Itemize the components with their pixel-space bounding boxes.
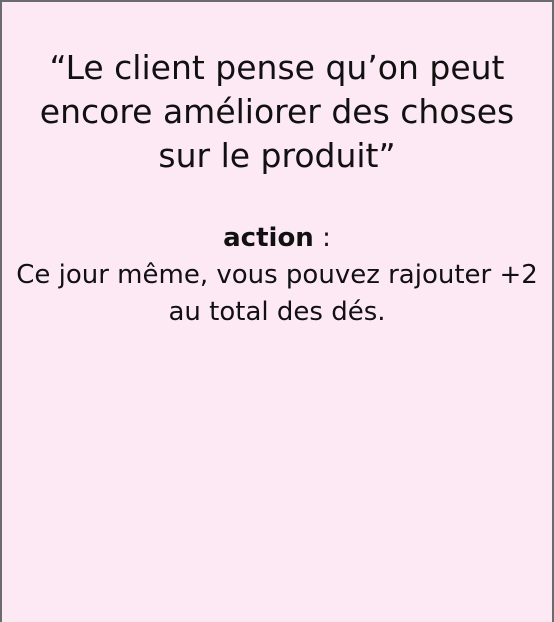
action-heading: action : bbox=[2, 220, 552, 257]
event-card: “Le client pense qu’on peut encore améli… bbox=[0, 0, 554, 622]
action-separator: : bbox=[313, 223, 331, 253]
card-quote: “Le client pense qu’on peut encore améli… bbox=[39, 48, 515, 175]
action-text: Ce jour même, vous pouvez rajouter +2 au… bbox=[16, 260, 538, 327]
action-block: action : Ce jour même, vous pouvez rajou… bbox=[2, 220, 552, 331]
action-label: action bbox=[223, 223, 314, 253]
